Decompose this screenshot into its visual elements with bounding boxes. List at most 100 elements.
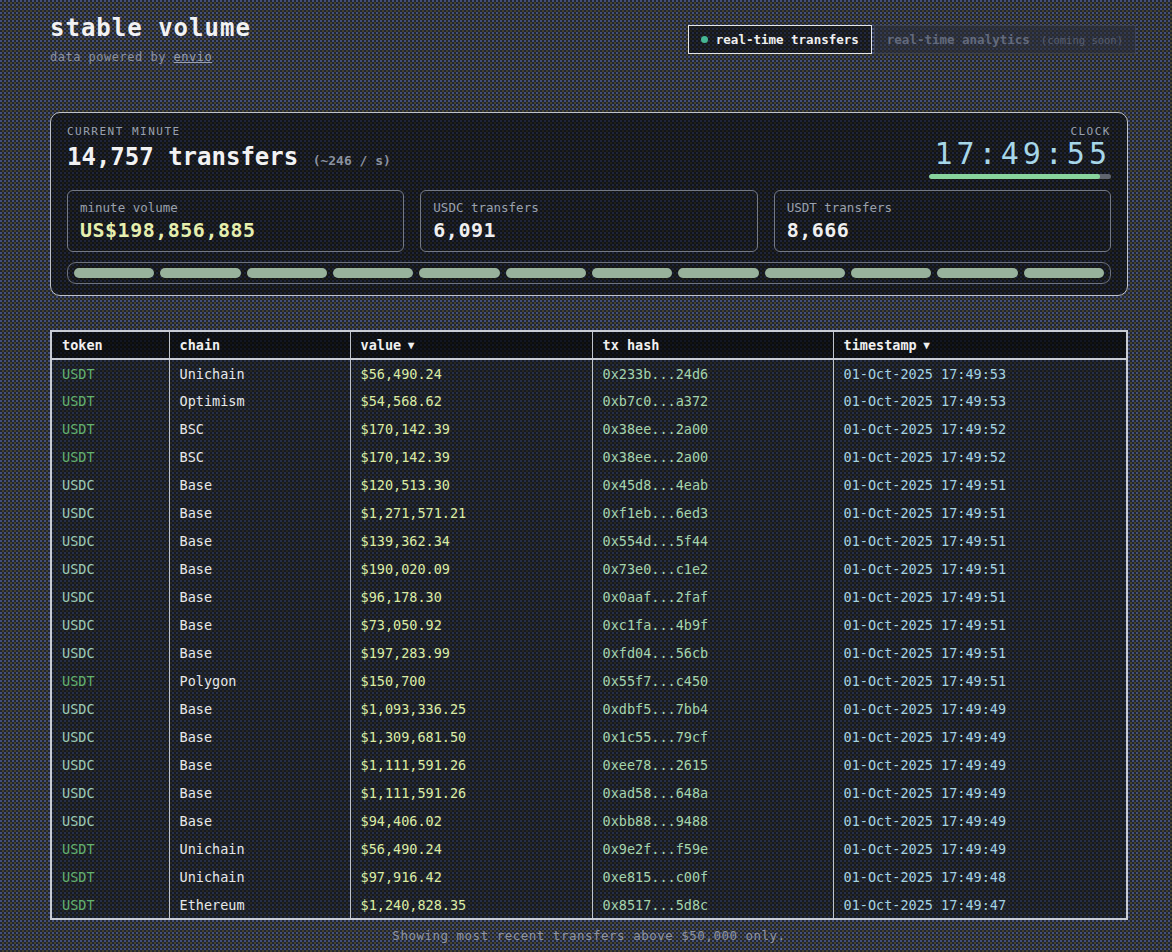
table-row[interactable]: USDCBase$94,406.020xbb88...948801-Oct-20… [51, 807, 1127, 835]
timestamp-cell: 01-Oct-2025 17:49:48 [833, 863, 1127, 891]
tab-real-time-analytics[interactable]: real-time analytics (coming soon) [874, 25, 1136, 54]
chain-cell: Base [169, 695, 350, 723]
timestamp-cell: 01-Oct-2025 17:49:49 [833, 751, 1127, 779]
tx-hash-cell: 0x73e0...c1e2 [592, 555, 833, 583]
table-row[interactable]: USDTOptimism$54,568.620xb7c0...a37201-Oc… [51, 387, 1127, 415]
clock-time: 17:49:55 [929, 140, 1111, 168]
transfer-rate: (~246 / s) [313, 153, 391, 168]
header: stable volume data powered by envio real… [50, 14, 1128, 64]
value-cell: $1,271,571.21 [350, 499, 592, 527]
timestamp-cell: 01-Oct-2025 17:49:51 [833, 527, 1127, 555]
timestamp-cell: 01-Oct-2025 17:49:49 [833, 779, 1127, 807]
timestamp-cell: 01-Oct-2025 17:49:53 [833, 387, 1127, 415]
volume-pill [1024, 268, 1104, 278]
stat-box-value: 6,091 [433, 218, 744, 242]
timestamp-cell: 01-Oct-2025 17:49:51 [833, 499, 1127, 527]
volume-pill [678, 268, 758, 278]
table-row[interactable]: USDCBase$1,093,336.250xdbf5...7bb401-Oct… [51, 695, 1127, 723]
value-cell: $190,020.09 [350, 555, 592, 583]
value-cell: $150,700 [350, 667, 592, 695]
transfers-count: 14,757 transfers (~246 / s) [67, 144, 391, 174]
live-dot-icon [701, 36, 708, 43]
table-row[interactable]: USDCBase$1,111,591.260xee78...261501-Oct… [51, 751, 1127, 779]
chain-cell: Base [169, 807, 350, 835]
table-row[interactable]: USDTPolygon$150,7000x55f7...c45001-Oct-2… [51, 667, 1127, 695]
column-header-chain[interactable]: chain [169, 331, 350, 359]
subtitle-text: data powered by [50, 50, 174, 64]
table-row[interactable]: USDTUnichain$97,916.420xe815...c00f01-Oc… [51, 863, 1127, 891]
stat-box-USDC-transfers: USDC transfers6,091 [420, 190, 757, 252]
clock: CLOCK 17:49:55 [929, 126, 1111, 179]
tx-hash-cell: 0xad58...648a [592, 779, 833, 807]
transfers-table-body: USDTUnichain$56,490.240x233b...24d601-Oc… [51, 359, 1127, 919]
value-cell: $1,111,591.26 [350, 751, 592, 779]
subtitle: data powered by envio [50, 50, 251, 64]
stat-box-USDT-transfers: USDT transfers8,666 [774, 190, 1111, 252]
value-cell: $56,490.24 [350, 359, 592, 387]
table-row[interactable]: USDTUnichain$56,490.240x9e2f...f59e01-Oc… [51, 835, 1127, 863]
value-cell: $170,142.39 [350, 415, 592, 443]
tx-hash-cell: 0x9e2f...f59e [592, 835, 833, 863]
token-cell: USDT [51, 891, 169, 919]
value-cell: $97,916.42 [350, 863, 592, 891]
column-label: chain [180, 337, 221, 353]
table-row[interactable]: USDCBase$120,513.300x45d8...4eab01-Oct-2… [51, 471, 1127, 499]
chain-cell: Base [169, 639, 350, 667]
volume-pill [851, 268, 931, 278]
token-cell: USDC [51, 611, 169, 639]
timestamp-cell: 01-Oct-2025 17:49:53 [833, 359, 1127, 387]
timestamp-cell: 01-Oct-2025 17:49:51 [833, 471, 1127, 499]
chain-cell: Ethereum [169, 891, 350, 919]
tab-label: real-time transfers [716, 32, 859, 47]
timestamp-cell: 01-Oct-2025 17:49:51 [833, 583, 1127, 611]
sort-desc-icon: ▼ [917, 339, 930, 352]
table-row[interactable]: USDCBase$197,283.990xfd04...56cb01-Oct-2… [51, 639, 1127, 667]
table-row[interactable]: USDTBSC$170,142.390x38ee...2a0001-Oct-20… [51, 415, 1127, 443]
token-cell: USDT [51, 443, 169, 471]
tab-label: real-time analytics [887, 32, 1030, 47]
transfers-summary: CURRENT MINUTE 14,757 transfers (~246 / … [67, 126, 391, 179]
token-cell: USDC [51, 639, 169, 667]
tx-hash-cell: 0x554d...5f44 [592, 527, 833, 555]
table-row[interactable]: USDCBase$73,050.920xc1fa...4b9f01-Oct-20… [51, 611, 1127, 639]
timestamp-cell: 01-Oct-2025 17:49:52 [833, 443, 1127, 471]
token-cell: USDC [51, 807, 169, 835]
transfers-table: token chain value ▼tx hashtimestamp ▼ USDT… [50, 330, 1128, 920]
column-header-tx-hash[interactable]: tx hash [592, 331, 833, 359]
table-row[interactable]: USDCBase$190,020.090x73e0...c1e201-Oct-2… [51, 555, 1127, 583]
chain-cell: BSC [169, 415, 350, 443]
value-cell: $1,240,828.35 [350, 891, 592, 919]
table-row[interactable]: USDTEthereum$1,240,828.350x8517...5d8c01… [51, 891, 1127, 919]
volume-pills-bar [67, 262, 1111, 284]
table-row[interactable]: USDTBSC$170,142.390x38ee...2a0001-Oct-20… [51, 443, 1127, 471]
chain-cell: Polygon [169, 667, 350, 695]
footer-note: Showing most recent transfers above $50,… [50, 928, 1128, 943]
current-minute-panel: CURRENT MINUTE 14,757 transfers (~246 / … [50, 112, 1128, 296]
volume-pill [333, 268, 413, 278]
timestamp-cell: 01-Oct-2025 17:49:49 [833, 723, 1127, 751]
table-row[interactable]: USDCBase$96,178.300x0aaf...2faf01-Oct-20… [51, 583, 1127, 611]
envio-link[interactable]: envio [174, 50, 213, 64]
column-header-token[interactable]: token [51, 331, 169, 359]
minute-progress-fill [929, 174, 1100, 179]
stat-box-label: USDT transfers [787, 200, 1098, 215]
timestamp-cell: 01-Oct-2025 17:49:51 [833, 555, 1127, 583]
column-header-value[interactable]: value ▼ [350, 331, 592, 359]
volume-pill [160, 268, 240, 278]
chain-cell: Base [169, 751, 350, 779]
table-row[interactable]: USDTUnichain$56,490.240x233b...24d601-Oc… [51, 359, 1127, 387]
token-cell: USDC [51, 555, 169, 583]
token-cell: USDC [51, 499, 169, 527]
table-row[interactable]: USDCBase$1,309,681.500x1c55...79cf01-Oct… [51, 723, 1127, 751]
value-cell: $120,513.30 [350, 471, 592, 499]
coming-soon-note: (coming soon) [1041, 34, 1123, 46]
column-header-timestamp[interactable]: timestamp ▼ [833, 331, 1127, 359]
table-row[interactable]: USDCBase$1,271,571.210xf1eb...6ed301-Oct… [51, 499, 1127, 527]
value-cell: $94,406.02 [350, 807, 592, 835]
table-row[interactable]: USDCBase$1,111,591.260xad58...648a01-Oct… [51, 779, 1127, 807]
table-row[interactable]: USDCBase$139,362.340x554d...5f4401-Oct-2… [51, 527, 1127, 555]
tab-real-time-transfers[interactable]: real-time transfers [688, 25, 872, 54]
value-cell: $54,568.62 [350, 387, 592, 415]
chain-cell: Base [169, 583, 350, 611]
stat-boxes: minute volumeUS$198,856,885USDC transfer… [67, 190, 1111, 252]
